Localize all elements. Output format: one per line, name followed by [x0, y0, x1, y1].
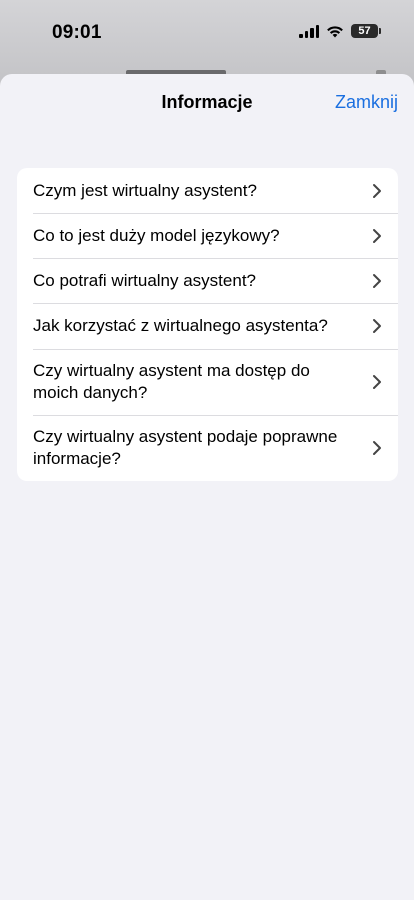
battery-level: 57	[358, 25, 371, 37]
faq-list: Czym jest wirtualny asystent? Co to jest…	[17, 168, 398, 481]
list-item-label: Czym jest wirtualny asystent?	[33, 180, 257, 200]
status-icons: 57	[299, 24, 381, 38]
close-button[interactable]: Zamknij	[335, 92, 398, 113]
faq-item-what-is-assistant[interactable]: Czym jest wirtualny asystent?	[17, 168, 398, 213]
screen: 09:01 57 Informacje Zamknij Czym jest wi…	[0, 0, 414, 900]
list-item-label: Jak korzystać z wirtualnego asystenta?	[33, 316, 328, 335]
status-bar: 09:01 57	[0, 0, 414, 66]
sheet-header: Informacje Zamknij	[0, 74, 414, 132]
status-time: 09:01	[52, 22, 102, 43]
faq-item-large-language-model[interactable]: Co to jest duży model językowy?	[17, 213, 398, 258]
faq-item-accuracy[interactable]: Czy wirtualny asystent podaje poprawne i…	[17, 415, 398, 481]
info-sheet: Informacje Zamknij Czym jest wirtualny a…	[0, 74, 414, 900]
chevron-right-icon	[372, 183, 382, 199]
chevron-right-icon	[372, 374, 382, 390]
signal-icon	[299, 24, 319, 38]
list-item-label: Czy wirtualny asystent podaje poprawne i…	[33, 427, 338, 468]
chevron-right-icon	[372, 228, 382, 244]
list-item-label: Co to jest duży model językowy?	[33, 225, 280, 245]
faq-item-data-access[interactable]: Czy wirtualny asystent ma dostęp do moic…	[17, 349, 398, 415]
faq-item-how-to-use[interactable]: Jak korzystać z wirtualnego asystenta?	[17, 303, 398, 349]
list-item-label: Czy wirtualny asystent ma dostęp do moic…	[33, 361, 310, 402]
chevron-right-icon	[372, 440, 382, 456]
battery-icon: 57	[351, 24, 381, 38]
chevron-right-icon	[372, 318, 382, 334]
wifi-icon	[327, 25, 343, 37]
list-item-label: Co potrafi wirtualny asystent?	[33, 270, 256, 290]
faq-item-capabilities[interactable]: Co potrafi wirtualny asystent?	[17, 258, 398, 303]
chevron-right-icon	[372, 273, 382, 289]
